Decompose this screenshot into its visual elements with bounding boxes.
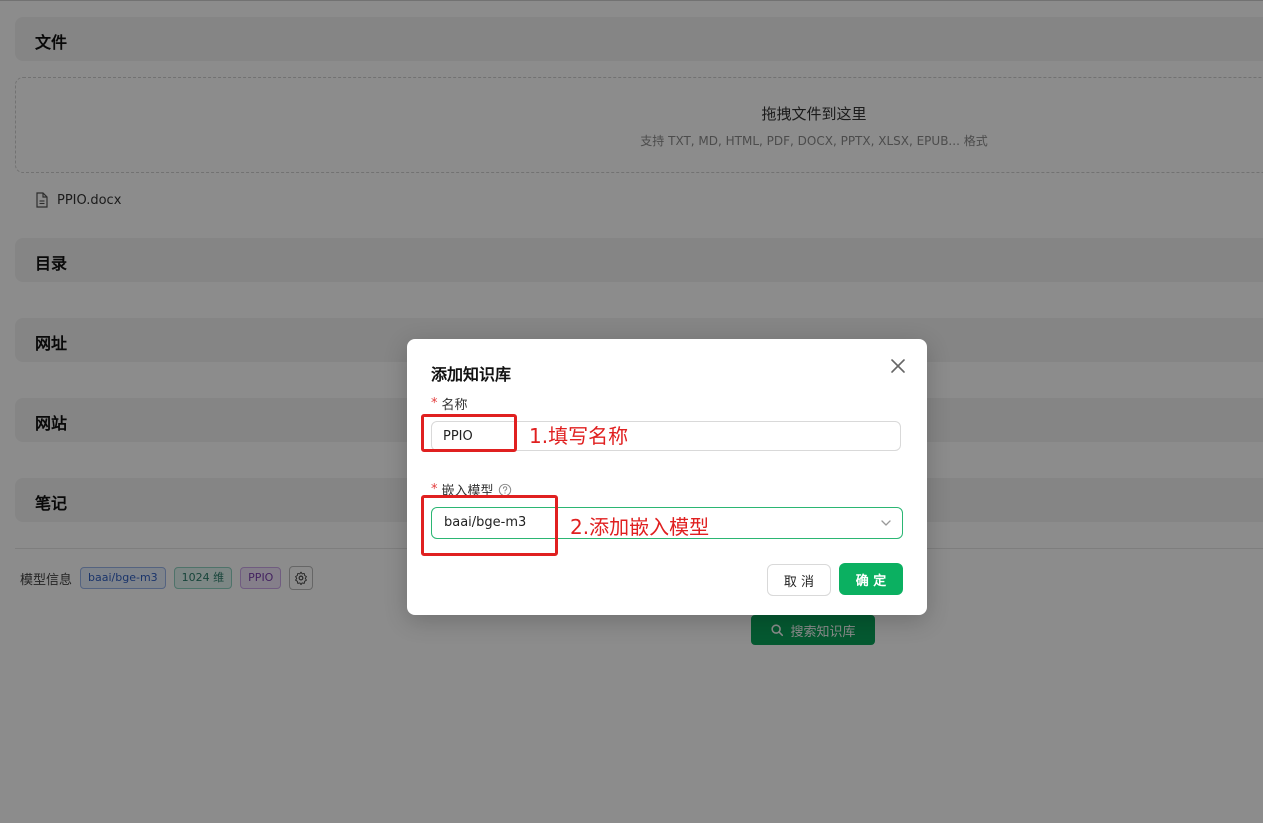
chevron-down-icon [881, 520, 891, 526]
name-label-text: 名称 [441, 398, 468, 413]
required-mark: * [431, 396, 438, 411]
annotation-step2: 2.添加嵌入模型 [570, 515, 710, 539]
confirm-button[interactable]: 确 定 [839, 563, 903, 595]
annotation-box-name [421, 414, 517, 452]
close-icon[interactable] [889, 357, 907, 375]
annotation-box-model [421, 495, 558, 556]
modal-title: 添加知识库 [431, 365, 512, 384]
name-field-label: * 名称 [431, 394, 468, 413]
add-knowledge-modal: 添加知识库 * 名称 * 嵌入模型 baai/bge-m3 取 消 确 定 [407, 339, 927, 615]
annotation-step1: 1.填写名称 [529, 424, 629, 448]
cancel-button[interactable]: 取 消 [767, 564, 831, 596]
